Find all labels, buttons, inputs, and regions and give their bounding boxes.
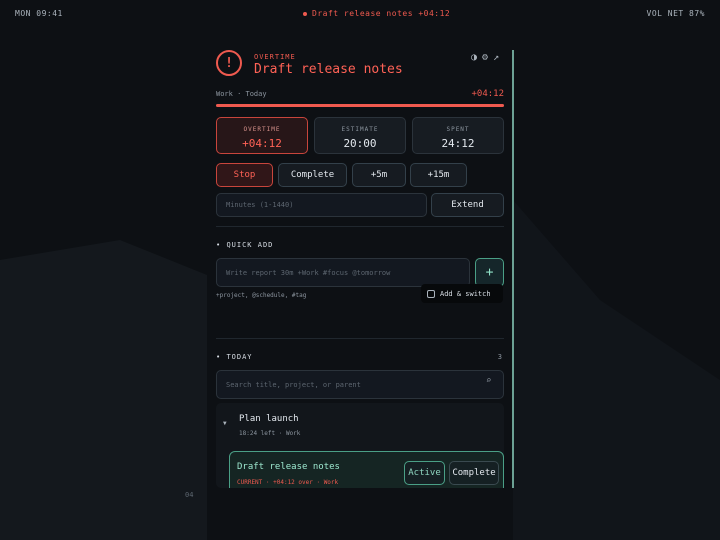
contrast-icon[interactable]: ◑ <box>471 52 477 63</box>
complete-button[interactable]: Complete <box>278 163 347 187</box>
add-15m-button[interactable]: +15m <box>410 163 467 187</box>
quick-add-heading: • QUICK ADD <box>216 241 274 249</box>
task-row-current[interactable]: Draft release notes CURRENT · +04:12 ove… <box>229 451 504 488</box>
stat-label: SPENT <box>446 126 470 133</box>
stat-value: +04:12 <box>242 137 282 150</box>
active-button[interactable]: Active <box>404 461 445 485</box>
task-status: CURRENT · +04:12 over · Work <box>237 479 339 486</box>
add-switch-tooltip[interactable]: Add & switch <box>421 284 503 303</box>
quick-add-heading-text: QUICK ADD <box>226 241 274 249</box>
group-name: Plan launch <box>239 414 299 424</box>
current-task-label: Draft release notes +04:12 <box>312 9 451 18</box>
stat-overtime: OVERTIME +04:12 <box>216 117 308 154</box>
stat-value: 20:00 <box>343 137 377 150</box>
add-5m-button[interactable]: +5m <box>352 163 406 187</box>
task-complete-button[interactable]: Complete <box>449 461 499 485</box>
header-icons: ◑ ⚙ ↗ <box>471 52 499 63</box>
stat-label: ESTIMATE <box>341 126 379 133</box>
divider <box>216 226 504 227</box>
elapsed-time: +04:12 <box>471 89 504 99</box>
task-search-input[interactable]: Search title, project, or parent ⌕ <box>216 370 504 399</box>
today-heading: • TODAY <box>216 353 253 361</box>
top-status-bar: MON 09:41 Draft release notes +04:12 VOL… <box>0 0 720 28</box>
task-title: Draft release notes <box>254 62 403 77</box>
quick-add-hint: +project, @schedule, #tag <box>216 292 307 299</box>
chevron-down-icon[interactable]: ▼ <box>223 420 227 427</box>
vol-net-status: VOL NET 87% <box>646 9 705 18</box>
add-switch-checkbox[interactable] <box>427 289 435 298</box>
panel-index: 04 <box>185 491 194 499</box>
stat-label: OVERTIME <box>243 126 281 133</box>
today-heading-text: TODAY <box>226 353 253 361</box>
recording-dot-icon <box>303 11 307 16</box>
status-kicker: OVERTIME <box>254 53 296 61</box>
task-group[interactable]: ▼ Plan launch 18:24 left · Work Draft re… <box>216 403 504 488</box>
stat-spent: SPENT 24:12 <box>412 117 504 154</box>
timer-panel: ! OVERTIME Draft release notes ◑ ⚙ ↗ Wor… <box>207 42 513 488</box>
quick-add-input[interactable]: Write report 30m +Work #focus @tomorrow <box>216 258 470 287</box>
today-count: 3 <box>497 353 502 361</box>
clock: MON 09:41 <box>15 9 63 18</box>
quick-add-button[interactable]: + <box>475 258 504 287</box>
stat-value: 24:12 <box>441 137 475 150</box>
task-name: Draft release notes <box>237 462 340 472</box>
progress-fill <box>216 104 504 107</box>
current-task-indicator[interactable]: Draft release notes +04:12 <box>303 9 450 18</box>
stop-button[interactable]: Stop <box>216 163 273 187</box>
search-placeholder: Search title, project, or parent <box>226 380 361 389</box>
alert-icon: ! <box>216 50 242 76</box>
task-meta: Work · Today <box>216 90 267 98</box>
progress-bar <box>216 104 504 107</box>
group-meta: 18:24 left · Work <box>239 430 301 437</box>
gear-icon[interactable]: ⚙ <box>482 52 488 63</box>
external-link-icon[interactable]: ↗ <box>493 52 499 63</box>
tooltip-label: Add & switch <box>440 289 491 298</box>
filter-icon[interactable]: ⌕ <box>486 376 496 386</box>
stat-estimate: ESTIMATE 20:00 <box>314 117 406 154</box>
extend-button[interactable]: Extend <box>431 193 504 217</box>
minutes-input[interactable]: Minutes (1-1440) <box>216 193 427 217</box>
divider <box>216 338 504 339</box>
